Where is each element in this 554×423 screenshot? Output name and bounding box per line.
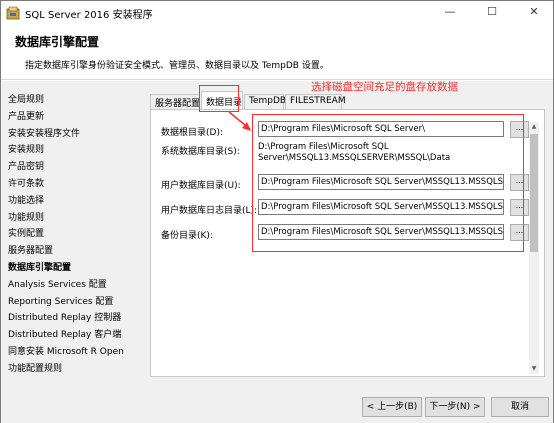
close-button[interactable]: ✕ <box>517 1 551 23</box>
annotation-text: 选择磁盘空间充足的盘存放数据 <box>311 81 458 93</box>
nav-item-product-key[interactable]: 产品密钥 <box>8 159 44 172</box>
nav-item-license-terms[interactable]: 许可条款 <box>8 176 44 189</box>
annotation-fields-highlight <box>252 114 524 252</box>
nav-item-db-engine-config[interactable]: 数据库引擎配置 <box>8 260 71 273</box>
vertical-scrollbar[interactable]: ▲ ▼ <box>529 122 539 374</box>
scroll-up-arrow-icon[interactable]: ▲ <box>529 122 539 132</box>
nav-item-install-rules[interactable]: 安装规则 <box>8 142 44 155</box>
next-button[interactable]: 下一步(N) > <box>425 397 485 417</box>
nav-item-r-open-consent[interactable]: 同意安装 Microsoft R Open <box>8 344 124 357</box>
title-bar: SQL Server 2016 安装程序 — ☐ ✕ <box>1 1 553 25</box>
cancel-button[interactable]: 取消 <box>491 397 549 417</box>
minimize-button[interactable]: — <box>433 1 467 23</box>
nav-item-global-rules[interactable]: 全局规则 <box>8 92 44 105</box>
page-subtitle: 指定数据库引擎身份验证安全模式、管理员、数据目录以及 TempDB 设置。 <box>25 61 329 71</box>
tab-filestream[interactable]: FILESTREAM <box>285 94 346 109</box>
nav-item-replay-client[interactable]: Distributed Replay 客户端 <box>8 327 121 340</box>
tab-tempdb[interactable]: TempDB <box>244 94 286 109</box>
sql-server-setup-icon <box>6 6 20 20</box>
maximize-button[interactable]: ☐ <box>475 1 509 23</box>
nav-item-replay-controller[interactable]: Distributed Replay 控制器 <box>8 310 121 323</box>
nav-item-feature-config-rules[interactable]: 功能配置规则 <box>8 361 62 374</box>
nav-item-install-setup-files[interactable]: 安装安装程序文件 <box>8 126 80 139</box>
user-db-label: 用户数据库目录(U): <box>161 181 241 191</box>
scroll-thumb[interactable] <box>530 134 538 252</box>
system-db-label: 系统数据库目录(S): <box>161 147 240 157</box>
page-header: 数据库引擎配置 指定数据库引擎身份验证安全模式、管理员、数据目录以及 TempD… <box>1 25 553 80</box>
step-navigation: 全局规则 产品更新 安装安装程序文件 安装规则 产品密钥 许可条款 功能选择 功… <box>1 81 143 393</box>
data-root-label: 数据根目录(D): <box>161 128 223 138</box>
backup-label: 备份目录(K): <box>161 231 213 241</box>
nav-item-feature-rules[interactable]: 功能规则 <box>8 210 44 223</box>
window-title: SQL Server 2016 安装程序 <box>25 10 153 21</box>
nav-item-analysis-services[interactable]: Analysis Services 配置 <box>8 277 107 290</box>
scroll-down-arrow-icon[interactable]: ▼ <box>529 364 539 374</box>
tab-server-config[interactable]: 服务器配置 <box>150 94 200 109</box>
nav-item-feature-selection[interactable]: 功能选择 <box>8 193 44 206</box>
footer-bar: < 上一步(B) 下一步(N) > 取消 <box>1 393 553 423</box>
nav-item-instance-config[interactable]: 实例配置 <box>8 226 44 239</box>
page-title: 数据库引擎配置 <box>15 35 100 49</box>
user-log-label: 用户数据库日志目录(L): <box>161 206 258 216</box>
annotation-tab-highlight <box>199 85 239 112</box>
nav-item-server-config[interactable]: 服务器配置 <box>8 243 53 256</box>
nav-item-reporting-services[interactable]: Reporting Services 配置 <box>8 294 113 307</box>
back-button[interactable]: < 上一步(B) <box>362 397 422 417</box>
nav-item-product-updates[interactable]: 产品更新 <box>8 109 44 122</box>
